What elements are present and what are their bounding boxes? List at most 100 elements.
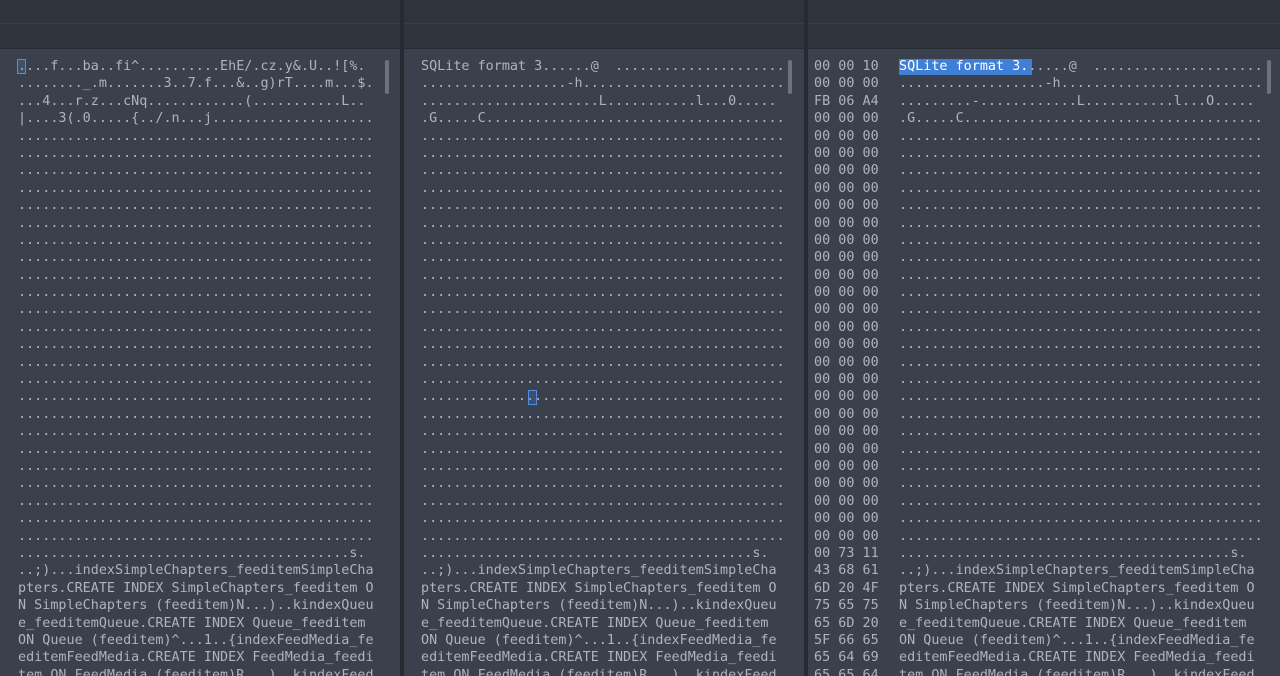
hex-row: 00 00 00 <box>814 528 879 544</box>
text-line: ........................................… <box>18 319 374 335</box>
text-line: ........................................… <box>18 545 366 561</box>
right-scrollbar[interactable] <box>1267 60 1271 94</box>
left-text-area[interactable]: ....f...ba..fi^..........EhE/.cz.y&.U..!… <box>18 58 374 676</box>
text-line: ........................................… <box>899 128 1263 144</box>
text-line: ........_.m.......3..7.f...&..g)rT....m.… <box>18 76 374 92</box>
text-line: ........................................… <box>18 215 374 231</box>
text-line: ........................................… <box>18 354 374 370</box>
text-line: ........................................… <box>18 337 374 353</box>
hex-row: 00 00 00 <box>814 215 879 231</box>
text-line: ON Queue (feeditem)^...1..{indexFeedMedi… <box>421 632 777 648</box>
hex-row: 00 00 00 <box>814 111 879 127</box>
hex-row: 00 00 00 <box>814 372 879 388</box>
text-line: ........................................… <box>18 441 374 457</box>
text-line: ........................................… <box>899 198 1263 214</box>
text-line: ........................................… <box>18 372 374 388</box>
text-line: ........................................… <box>18 163 374 179</box>
text-line: ...4...r.z...cNq............(...........… <box>18 93 366 109</box>
right-pane: 00 00 10 00 00 00 FB 06 A4 00 00 00 00 00 00… <box>808 0 1280 676</box>
text-line: ........................................… <box>18 476 374 492</box>
hex-row: 6D 20 4F <box>814 580 879 596</box>
left-scrollbar[interactable] <box>385 60 389 94</box>
text-line: ........................................… <box>899 511 1263 527</box>
text-line: ........................................… <box>18 128 374 144</box>
hex-row: 00 00 00 <box>814 145 879 161</box>
hex-row: 75 65 75 <box>814 598 879 614</box>
text-line: ........................................… <box>421 337 785 353</box>
hex-row: 00 00 00 <box>814 424 879 440</box>
text-line: ........................................… <box>18 528 374 544</box>
right-pane-header <box>808 0 1280 49</box>
hex-row: 00 00 00 <box>814 406 879 422</box>
text-line: ........................................… <box>899 389 1263 405</box>
text-line: ........................................… <box>18 389 374 405</box>
text-line: ........................................… <box>18 511 374 527</box>
text-line: ........................................… <box>18 285 374 301</box>
text-line: editemFeedMedia.CREATE INDEX FeedMedia_f… <box>421 650 777 666</box>
text-line: ........................................… <box>18 180 374 196</box>
text-line: ........................................… <box>899 528 1263 544</box>
hex-row: 00 00 00 <box>814 493 879 509</box>
hex-row: 00 00 00 <box>814 163 879 179</box>
text-line: SQLite format 3......@ .................… <box>899 58 1263 75</box>
hex-row: 00 00 00 <box>814 76 879 92</box>
text-line: ........................................… <box>899 424 1263 440</box>
hex-row: 00 00 00 <box>814 441 879 457</box>
left-cursor <box>17 59 26 74</box>
hex-column[interactable]: 00 00 10 00 00 00 FB 06 A4 00 00 00 00 00 00… <box>814 58 879 676</box>
middle-text-area[interactable]: SQLite format 3......@ .................… <box>421 58 785 676</box>
text-line: tem ON FeedMedia (feeditem)R...)..kindex… <box>899 667 1255 676</box>
text-line: ........................................… <box>421 476 785 492</box>
text-line: ........................................… <box>421 389 785 405</box>
text-line: ........................................… <box>899 441 1263 457</box>
text-line: ..................-h....................… <box>899 76 1263 92</box>
text-line: ........................................… <box>18 267 374 283</box>
hex-row: 00 00 00 <box>814 285 879 301</box>
text-line: ........................................… <box>421 406 785 422</box>
text-line: ........................................… <box>421 215 785 231</box>
text-line: ........................................… <box>18 198 374 214</box>
text-line: tem ON FeedMedia (feeditem)R...)..kindex… <box>421 667 777 676</box>
text-line: ........................................… <box>421 441 785 457</box>
text-line: ........................................… <box>421 458 785 474</box>
text-line: ..................-h....................… <box>421 76 785 92</box>
text-line: ........................................… <box>421 180 785 196</box>
text-line: ........................................… <box>899 250 1263 266</box>
middle-scrollbar[interactable] <box>788 60 792 94</box>
left-pane: ....f...ba..fi^..........EhE/.cz.y&.U..!… <box>0 0 400 676</box>
hex-row: 00 00 00 <box>814 511 879 527</box>
text-line: SQLite format 3......@ .................… <box>421 59 785 74</box>
left-pane-header <box>0 0 400 49</box>
hex-row: 5F 66 65 <box>814 632 879 648</box>
text-line: ........................................… <box>421 250 785 266</box>
hex-row: 00 00 00 <box>814 128 879 144</box>
text-line: pters.CREATE INDEX SimpleChapters_feedit… <box>18 580 374 596</box>
text-line: ........................................… <box>421 267 785 283</box>
text-line: ........................................… <box>899 215 1263 231</box>
text-line: ..;)...indexSimpleChapters_feeditemSimpl… <box>899 563 1255 579</box>
text-line: tem ON FeedMedia (feeditem)R...)..kindex… <box>18 667 374 676</box>
text-line: ........................................… <box>899 545 1247 561</box>
text-line: ........................................… <box>899 180 1263 196</box>
text-line: ........................................… <box>899 476 1263 492</box>
text-line: ........................................… <box>899 232 1263 248</box>
hex-row: 00 00 00 <box>814 232 879 248</box>
text-line: N SimpleChapters (feeditem)N...)..kindex… <box>899 598 1255 614</box>
text-line: .G.....C................................… <box>899 111 1263 127</box>
text-line: ........................................… <box>899 163 1263 179</box>
text-line: ......................L...........l...0.… <box>421 93 777 109</box>
text-line: .........-............L...........l...O.… <box>899 93 1255 109</box>
text-line: ........................................… <box>899 493 1263 509</box>
text-line: ........................................… <box>18 424 374 440</box>
text-line: ........................................… <box>421 493 785 509</box>
right-text-area[interactable]: SQLite format 3......@ .................… <box>899 58 1263 676</box>
text-line: e_feeditemQueue.CREATE INDEX Queue_feedi… <box>899 615 1255 631</box>
text-line: .G.....C................................… <box>421 111 785 127</box>
hex-row: 65 64 69 <box>814 650 879 666</box>
text-line: ........................................… <box>18 406 374 422</box>
text-line: ........................................… <box>421 511 785 527</box>
hex-row: 00 00 00 <box>814 389 879 405</box>
unselected-text: .....@ ..................... <box>1028 59 1263 74</box>
text-line: ........................................… <box>421 424 785 440</box>
hex-row: 65 6D 20 <box>814 615 879 631</box>
